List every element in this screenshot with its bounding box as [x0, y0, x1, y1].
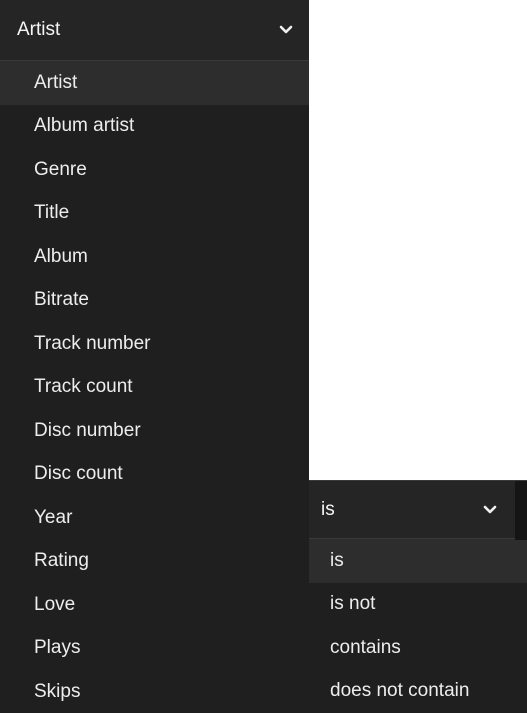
operator-option-is-not[interactable]: is not [309, 583, 527, 627]
operator-option-is[interactable]: is [309, 539, 527, 583]
field-option-album[interactable]: Album [0, 235, 309, 279]
field-option-track-count[interactable]: Track count [0, 366, 309, 410]
operator-dropdown-selected-value: is [321, 498, 335, 520]
operator-dropdown-toggle[interactable]: is [309, 480, 527, 540]
operator-options-list: is is not contains does not contain [309, 539, 527, 713]
field-dropdown-toggle[interactable]: Artist [0, 0, 309, 61]
field-option-genre[interactable]: Genre [0, 148, 309, 192]
field-option-disc-number[interactable]: Disc number [0, 409, 309, 453]
field-options-list: Artist Album artist Genre Title Album Bi… [0, 61, 309, 714]
field-option-bitrate[interactable]: Bitrate [0, 279, 309, 323]
field-option-artist[interactable]: Artist [0, 61, 309, 105]
operator-dropdown[interactable]: is is is not contains does not contain [309, 480, 527, 713]
field-dropdown-selected-value: Artist [17, 19, 61, 40]
field-option-plays[interactable]: Plays [0, 627, 309, 671]
field-option-love[interactable]: Love [0, 583, 309, 627]
field-option-title[interactable]: Title [0, 192, 309, 236]
dropdown-edge [515, 481, 527, 540]
chevron-down-icon [483, 505, 497, 513]
chevron-down-icon [279, 25, 293, 34]
operator-option-contains[interactable]: contains [309, 626, 527, 670]
field-option-rating[interactable]: Rating [0, 540, 309, 584]
field-option-skips[interactable]: Skips [0, 670, 309, 714]
field-dropdown[interactable]: Artist Artist Album artist Genre Title A… [0, 0, 309, 713]
field-option-disc-count[interactable]: Disc count [0, 453, 309, 497]
field-option-track-number[interactable]: Track number [0, 322, 309, 366]
operator-option-does-not-contain[interactable]: does not contain [309, 670, 527, 714]
field-option-year[interactable]: Year [0, 496, 309, 540]
field-option-album-artist[interactable]: Album artist [0, 105, 309, 149]
